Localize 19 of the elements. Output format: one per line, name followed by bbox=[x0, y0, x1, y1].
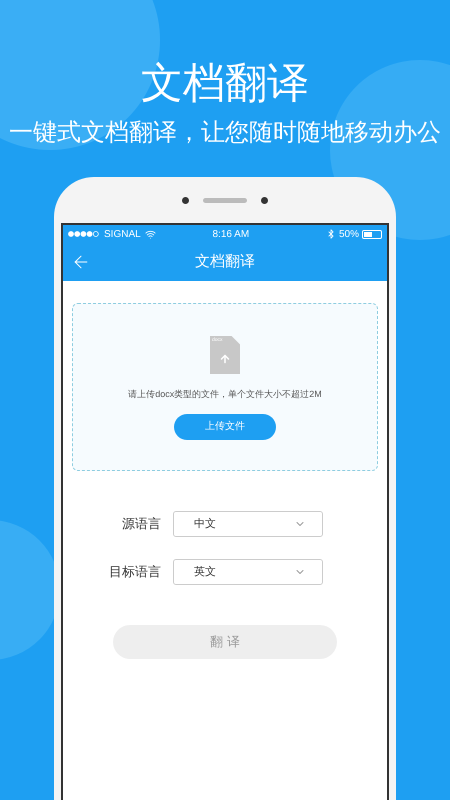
language-label: 源语言 bbox=[121, 515, 162, 534]
nav-title: 文档翻译 bbox=[195, 252, 255, 272]
upload-hint: 请上传docx类型的文件，单个文件大小不超过2M bbox=[128, 388, 322, 401]
language-select[interactable]: 中文 bbox=[173, 511, 323, 537]
language-label: 目标语言 bbox=[108, 563, 162, 582]
headline: 文档翻译 bbox=[141, 58, 309, 108]
tagline: 一键式文档翻译，让您随时随地移动办公 bbox=[9, 118, 441, 148]
status-time: 8:16 AM bbox=[212, 228, 250, 242]
camera-icon bbox=[261, 196, 268, 204]
speaker-icon bbox=[203, 198, 247, 202]
bluetooth-icon bbox=[326, 229, 336, 239]
camera-icon bbox=[182, 196, 189, 204]
signal-icon bbox=[68, 231, 100, 237]
battery-text: 50% bbox=[338, 228, 359, 242]
battery-icon bbox=[362, 230, 382, 238]
wifi-icon bbox=[144, 228, 156, 240]
upload-arrow-icon bbox=[219, 353, 231, 365]
language-select[interactable]: 英文 bbox=[173, 559, 323, 585]
carrier-text: SIGNAL bbox=[104, 228, 141, 242]
